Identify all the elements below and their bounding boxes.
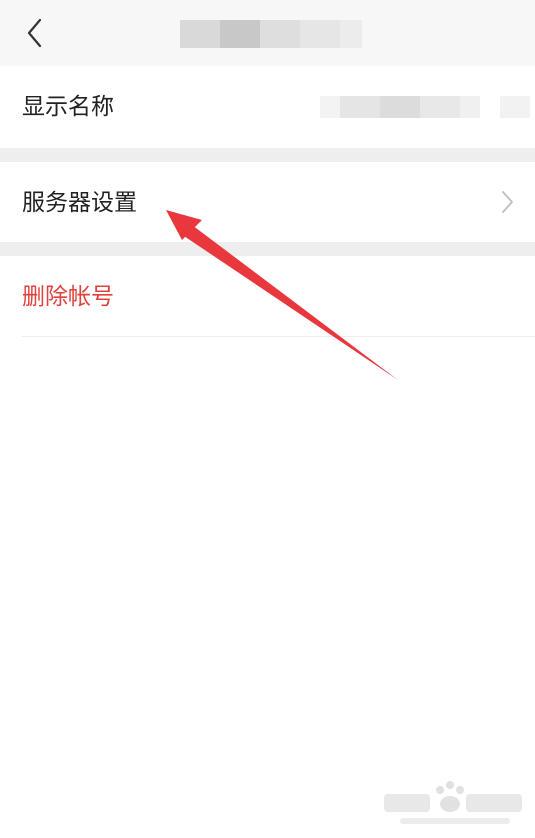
section-separator <box>0 148 535 162</box>
section-separator <box>0 242 535 256</box>
chevron-right-icon <box>502 191 513 213</box>
chevron-left-icon[interactable] <box>20 16 50 50</box>
navbar <box>0 0 535 66</box>
row-divider <box>22 336 535 337</box>
server-settings-label: 服务器设置 <box>22 190 137 216</box>
delete-account-button[interactable]: 删除帐号 <box>22 282 114 312</box>
watermark-logo-icon <box>384 781 522 824</box>
display-name-label: 显示名称 <box>22 94 114 120</box>
page-title-redacted <box>180 20 362 48</box>
